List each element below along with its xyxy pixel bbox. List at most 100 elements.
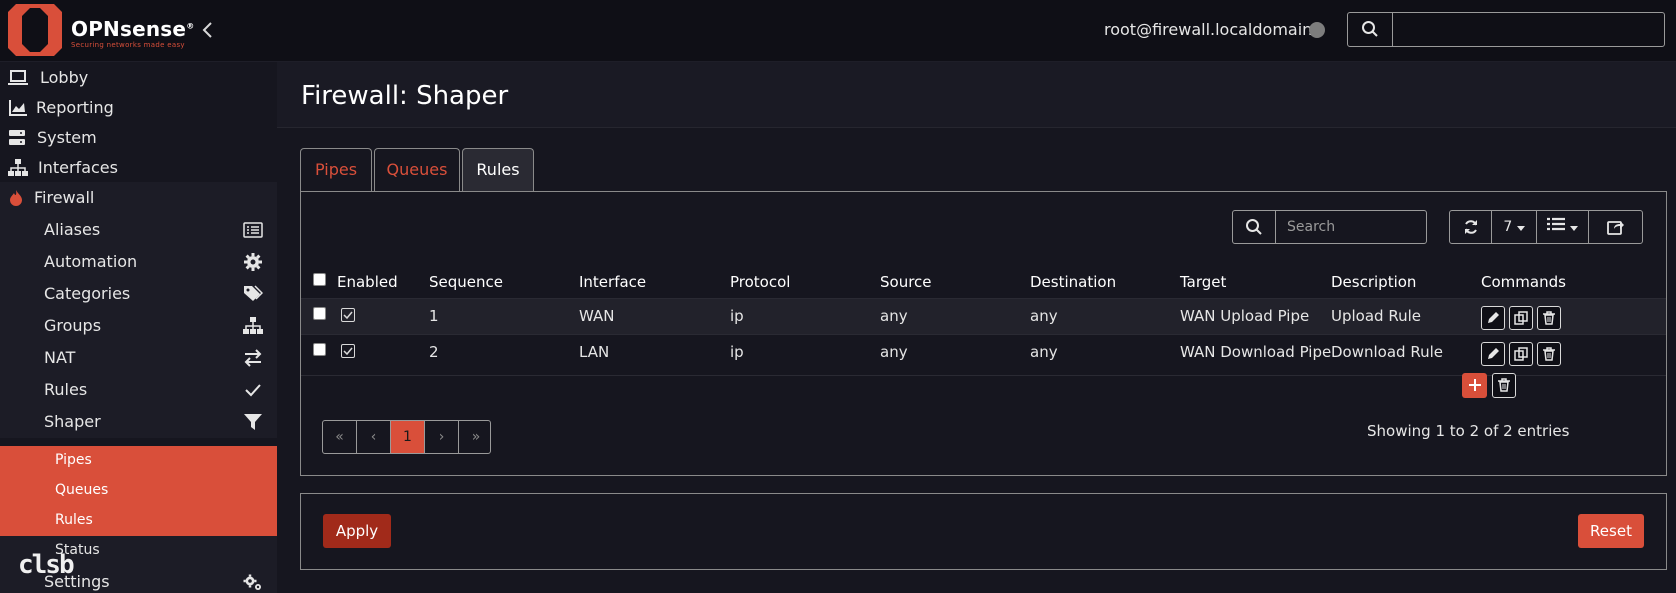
table-search-button[interactable] [1233,211,1276,243]
cell-target: WAN Download Pipe [1180,343,1332,361]
table-search-input[interactable] [1277,211,1425,243]
page-size-dropdown[interactable]: 7 [1492,211,1537,243]
cell-interface: WAN [579,307,615,325]
sidebar-item-categories[interactable]: Categories [0,278,277,310]
laptop-icon [8,70,28,85]
cell-sequence: 1 [429,307,439,325]
brand-tagline: Securing networks made easy [71,41,185,49]
search-button[interactable] [1348,13,1393,46]
cell-source: any [880,307,908,325]
clone-button[interactable] [1509,306,1533,330]
column-protocol[interactable]: Protocol [730,273,790,291]
add-rule-button[interactable] [1462,373,1487,398]
list-icon [243,222,263,238]
sitemap-icon [243,317,263,334]
table-row[interactable]: 1 WAN ip any any WAN Upload Pipe Upload … [301,298,1666,335]
caret-down-icon [1569,226,1578,231]
column-source[interactable]: Source [880,273,932,291]
prev-page-button[interactable]: ‹ [357,421,391,453]
footer-panel: Apply Reset [300,493,1667,570]
delete-selected-button[interactable] [1492,373,1516,398]
column-interface[interactable]: Interface [579,273,646,291]
columns-dropdown[interactable] [1537,211,1589,243]
pencil-icon [1488,312,1499,323]
column-destination[interactable]: Destination [1030,273,1116,291]
apply-button[interactable]: Apply [323,514,391,548]
cell-target: WAN Upload Pipe [1180,307,1310,325]
check-icon [343,347,353,356]
sidebar-item-lobby[interactable]: Lobby [0,62,277,94]
sidebar-item-interfaces[interactable]: Interfaces [0,152,277,184]
tab-rules[interactable]: Rules [462,148,534,191]
first-page-button[interactable]: « [323,421,357,453]
column-description[interactable]: Description [1331,273,1416,291]
delete-button[interactable] [1537,306,1561,330]
cell-protocol: ip [730,343,744,361]
sidebar-item-rules[interactable]: Rules [0,374,277,406]
page-title: Firewall: Shaper [301,81,509,111]
row-select-checkbox[interactable] [313,307,326,320]
select-all-checkbox[interactable] [313,273,326,286]
column-commands: Commands [1481,273,1566,291]
tab-pipes[interactable]: Pipes [300,148,372,191]
plus-icon [1468,379,1481,391]
cell-source: any [880,343,908,361]
edit-button[interactable] [1481,306,1505,330]
tab-queues[interactable]: Queues [374,148,460,191]
collapse-sidebar-button[interactable] [196,16,218,44]
pagination: « ‹ 1 › » [322,420,491,454]
sidebar-item-pipes[interactable]: Pipes [0,446,277,476]
sidebar-item-shaper-rules[interactable]: Rules [0,506,277,536]
global-search-input[interactable] [1394,13,1664,46]
sidebar-item-queues[interactable]: Queues [0,476,277,506]
refresh-button[interactable] [1450,211,1492,243]
server-icon [9,130,25,145]
delete-button[interactable] [1537,342,1561,366]
sidebar-item-groups[interactable]: Groups [0,310,277,342]
column-target[interactable]: Target [1180,273,1226,291]
export-button[interactable] [1589,211,1642,243]
sidebar-item-reporting[interactable]: Reporting [0,92,277,124]
brand-name: OPNsense® [71,17,195,41]
edit-button[interactable] [1481,342,1505,366]
top-bar: OPNsense® Securing networks made easy ro… [0,0,1676,62]
sitemap-icon [8,159,28,176]
filter-icon [244,414,262,430]
sidebar: Lobby Reporting System Interfaces Firewa… [0,62,277,593]
watermark-logo: clsb [18,550,75,580]
check-icon [343,311,353,320]
page-1-button[interactable]: 1 [391,421,425,453]
sidebar-item-firewall[interactable]: Firewall [0,182,277,214]
sidebar-item-aliases[interactable]: Aliases [0,214,277,246]
cell-destination: any [1030,307,1058,325]
global-search [1347,12,1665,47]
trash-icon [1498,378,1510,392]
refresh-icon [1464,220,1477,234]
sidebar-item-shaper[interactable]: Shaper [0,406,277,438]
column-sequence[interactable]: Sequence [429,273,503,291]
last-page-button[interactable]: » [459,421,493,453]
enabled-toggle[interactable] [341,344,355,358]
next-page-button[interactable]: › [425,421,459,453]
opnsense-logo[interactable] [8,4,62,56]
sidebar-item-system[interactable]: System [0,122,277,154]
cell-sequence: 2 [429,343,439,361]
page-header: Firewall: Shaper [277,62,1676,128]
clone-button[interactable] [1509,342,1533,366]
row-select-checkbox[interactable] [313,343,326,356]
cell-destination: any [1030,343,1058,361]
cell-interface: LAN [579,343,610,361]
reset-button[interactable]: Reset [1578,514,1644,548]
cell-description: Download Rule [1331,343,1443,361]
copy-icon [1514,347,1528,361]
sidebar-item-automation[interactable]: Automation [0,246,277,278]
user-menu[interactable]: root@firewall.localdomain [1104,20,1312,39]
column-enabled[interactable]: Enabled [337,273,398,291]
table-row[interactable]: 2 LAN ip any any WAN Download Pipe Downl… [301,334,1666,371]
copy-icon [1514,311,1528,325]
list-icon [1547,217,1566,231]
enabled-toggle[interactable] [341,308,355,322]
search-icon [1362,21,1378,37]
sidebar-item-nat[interactable]: NAT [0,342,277,374]
status-indicator[interactable] [1309,22,1325,38]
